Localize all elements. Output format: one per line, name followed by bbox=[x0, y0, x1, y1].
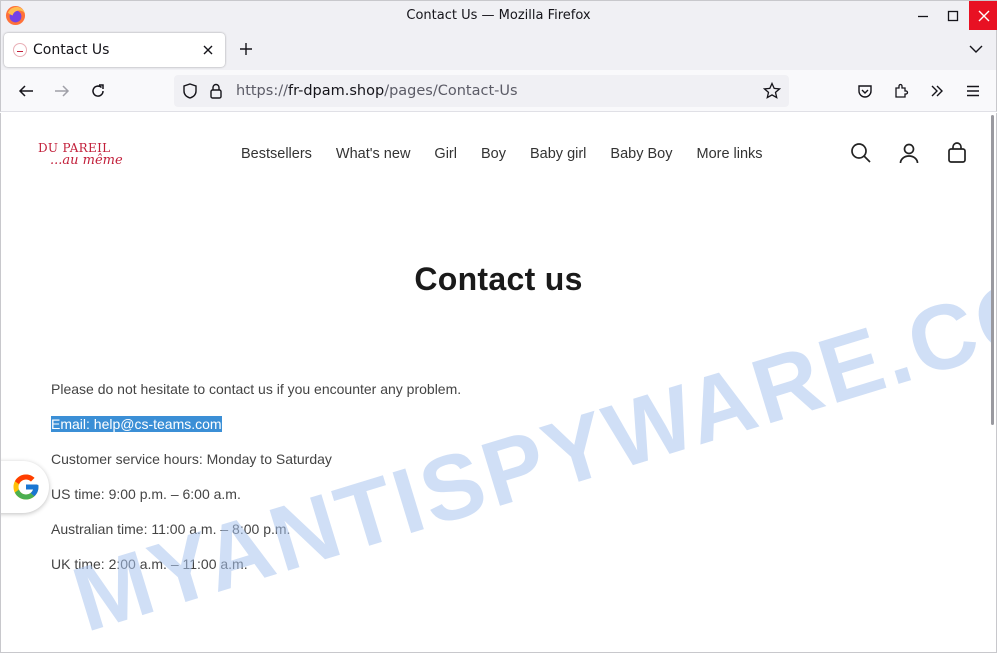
shopping-bag-icon bbox=[948, 142, 966, 163]
close-window-button[interactable] bbox=[969, 1, 997, 30]
site-search-button[interactable] bbox=[849, 141, 873, 165]
menu-item-whats-new[interactable]: What's new bbox=[336, 146, 411, 162]
uk-time: UK time: 2:00 a.m. – 11:00 a.m. bbox=[51, 556, 248, 572]
site-main-menu: Bestsellers What's new Girl Boy Baby gir… bbox=[241, 146, 787, 162]
new-tab-button[interactable] bbox=[236, 39, 256, 59]
window-titlebar: Contact Us — Mozilla Firefox bbox=[0, 0, 997, 30]
double-chevron-right-icon bbox=[931, 85, 943, 97]
pocket-button[interactable] bbox=[855, 81, 875, 101]
site-favicon-icon bbox=[13, 43, 27, 57]
google-sign-in-badge[interactable] bbox=[1, 461, 49, 513]
us-time: US time: 9:00 p.m. – 6:00 a.m. bbox=[51, 486, 241, 502]
page-scrollbar[interactable] bbox=[991, 115, 994, 425]
navigation-toolbar: https://fr-dpam.shop/pages/Contact-Us bbox=[0, 70, 997, 112]
contact-intro: Please do not hesitate to contact us if … bbox=[51, 381, 462, 397]
chevron-down-icon bbox=[969, 45, 983, 53]
user-icon bbox=[899, 143, 919, 164]
menu-item-more-links[interactable]: More links bbox=[696, 146, 762, 162]
menu-item-boy[interactable]: Boy bbox=[481, 146, 506, 162]
puzzle-icon bbox=[895, 83, 909, 98]
contact-email-text[interactable]: Email: help@cs-teams.com bbox=[51, 416, 222, 432]
web-page: DU PAREIL ...au même Bestsellers What's … bbox=[0, 113, 997, 653]
more-tools-button[interactable] bbox=[927, 81, 947, 101]
reload-button[interactable] bbox=[88, 81, 108, 101]
menu-item-girl[interactable]: Girl bbox=[434, 146, 457, 162]
app-menu-button[interactable] bbox=[963, 81, 983, 101]
pocket-icon bbox=[858, 85, 872, 98]
list-all-tabs-button[interactable] bbox=[967, 40, 985, 58]
close-icon bbox=[978, 10, 989, 21]
page-title: Contact us bbox=[414, 261, 583, 297]
bookmark-star-icon[interactable] bbox=[763, 82, 781, 100]
arrow-left-icon bbox=[18, 85, 33, 97]
contact-email[interactable]: Email: help@cs-teams.com bbox=[51, 416, 222, 432]
url-text[interactable]: https://fr-dpam.shop/pages/Contact-Us bbox=[236, 83, 518, 99]
close-icon bbox=[203, 45, 213, 55]
logo-line2: ...au même bbox=[50, 153, 123, 168]
address-bar[interactable]: https://fr-dpam.shop/pages/Contact-Us bbox=[174, 75, 789, 107]
service-hours: Customer service hours: Monday to Saturd… bbox=[51, 451, 332, 467]
minimize-button[interactable] bbox=[908, 1, 937, 30]
forward-button[interactable] bbox=[52, 81, 72, 101]
google-icon bbox=[13, 474, 39, 500]
url-path: /pages/Contact-Us bbox=[384, 83, 518, 99]
lock-icon[interactable] bbox=[209, 83, 223, 99]
plus-icon bbox=[240, 43, 252, 55]
reload-icon bbox=[92, 84, 104, 97]
australian-time: Australian time: 11:00 a.m. – 8:00 p.m. bbox=[51, 521, 291, 537]
back-button[interactable] bbox=[16, 81, 36, 101]
tab-strip: Contact Us bbox=[0, 30, 997, 70]
site-logo[interactable]: DU PAREIL ...au même bbox=[37, 141, 137, 171]
tab-close-button[interactable] bbox=[200, 42, 216, 58]
url-host: fr-dpam.shop bbox=[287, 83, 385, 99]
account-button[interactable] bbox=[897, 141, 921, 165]
extensions-button[interactable] bbox=[891, 81, 911, 101]
url-scheme: https:// bbox=[236, 83, 288, 99]
shield-icon[interactable] bbox=[182, 83, 198, 99]
tab-contact-us[interactable]: Contact Us bbox=[4, 33, 225, 67]
minimize-icon bbox=[917, 15, 928, 17]
menu-item-bestsellers[interactable]: Bestsellers bbox=[241, 146, 312, 162]
arrow-right-icon bbox=[55, 85, 70, 97]
menu-item-baby-girl[interactable]: Baby girl bbox=[530, 146, 586, 162]
tab-label: Contact Us bbox=[33, 42, 110, 58]
search-icon bbox=[851, 143, 871, 163]
menu-item-baby-boy[interactable]: Baby Boy bbox=[610, 146, 672, 162]
window-title: Contact Us — Mozilla Firefox bbox=[406, 8, 591, 23]
maximize-button[interactable] bbox=[938, 1, 967, 30]
cart-button[interactable] bbox=[945, 141, 969, 165]
hamburger-menu-icon bbox=[967, 85, 979, 97]
maximize-icon bbox=[947, 10, 958, 21]
